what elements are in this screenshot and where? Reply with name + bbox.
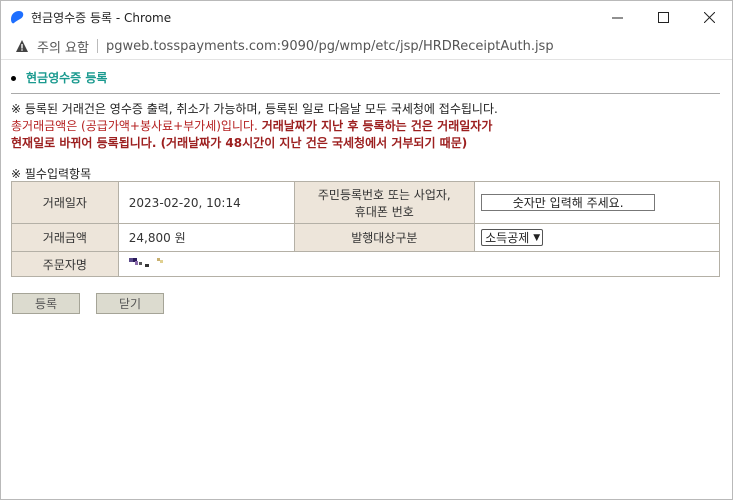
close-window-button[interactable] xyxy=(686,1,732,33)
divider xyxy=(11,93,720,94)
issue-type-select[interactable]: 소득공제 ▼ xyxy=(481,229,544,246)
register-button[interactable]: 등록 xyxy=(12,293,80,314)
title-bar: 현금영수증 등록 - Chrome xyxy=(1,1,732,33)
amount-label: 거래금액 xyxy=(11,223,119,252)
notice-text: ※ 등록된 거래건은 영수증 출력, 취소가 가능하며, 등록된 일로 다음날 … xyxy=(11,101,726,152)
warning-icon[interactable] xyxy=(15,39,29,53)
address-divider xyxy=(96,39,98,53)
notice-line-1: ※ 등록된 거래건은 영수증 출력, 취소가 가능하며, 등록된 일로 다음날 … xyxy=(11,102,498,116)
section-title-text: 현금영수증 등록 xyxy=(26,71,108,85)
minimize-button[interactable] xyxy=(594,1,640,33)
issue-type-selected: 소득공제 xyxy=(485,231,530,245)
popup-window: 현금영수증 등록 - Chrome 주의 요함 pgweb.tosspaymen… xyxy=(0,0,733,500)
issue-type-cell: 소득공제 ▼ xyxy=(474,223,720,252)
toss-app-icon xyxy=(11,11,24,24)
notice-line-2b: 거래날짜가 지난 후 등록하는 건은 거래일자가 xyxy=(261,119,493,133)
date-value: 2023-02-20, 10:14 xyxy=(117,181,295,224)
url-text[interactable]: pgweb.tosspayments.com:9090/pg/wmp/etc/j… xyxy=(106,39,554,54)
page-content: 현금영수증 등록 ※ 등록된 거래건은 영수증 출력, 취소가 가능하며, 등록… xyxy=(1,61,732,499)
id-number-input[interactable]: 숫자만 입력해 주세요. xyxy=(481,194,656,211)
orderer-name-label: 주문자명 xyxy=(11,251,119,277)
security-warning-label[interactable]: 주의 요함 xyxy=(37,37,89,56)
window-title: 현금영수증 등록 - Chrome xyxy=(31,10,172,25)
required-fields-label: ※ 필수입력항목 xyxy=(11,167,92,181)
issue-type-label: 발행대상구분 xyxy=(293,223,476,252)
section-title: 현금영수증 등록 xyxy=(11,69,107,86)
receipt-form-table: 거래일자 2023-02-20, 10:14 주민등록번호 또는 사업자, 휴대… xyxy=(11,181,721,277)
id-number-cell: 숫자만 입력해 주세요. xyxy=(474,181,720,224)
maximize-icon xyxy=(657,11,669,23)
notice-line-3: 현재일로 바뀌어 등록됩니다. (거래날짜가 48시간이 지난 건은 국세청에서… xyxy=(11,136,468,150)
minimize-icon xyxy=(611,17,623,18)
id-number-label-line2: 휴대폰 번호 xyxy=(354,204,414,219)
chevron-down-icon: ▼ xyxy=(533,232,541,243)
amount-value: 24,800 원 xyxy=(117,223,295,252)
close-button[interactable]: 닫기 xyxy=(96,293,164,314)
address-bar[interactable]: 주의 요함 pgweb.tosspayments.com:9090/pg/wmp… xyxy=(1,33,732,60)
maximize-button[interactable] xyxy=(640,1,686,33)
date-label: 거래일자 xyxy=(11,181,119,224)
id-number-label-line1: 주민등록번호 또는 사업자, xyxy=(317,187,451,202)
notice-line-2a: 총거래금액은 (공급가액+봉사료+부가세)입니다. xyxy=(11,119,258,133)
bullet-icon xyxy=(11,76,16,81)
close-icon xyxy=(703,11,715,23)
orderer-name-value xyxy=(117,251,721,277)
masked-name-image xyxy=(128,257,163,267)
id-number-label: 주민등록번호 또는 사업자, 휴대폰 번호 xyxy=(293,181,476,224)
